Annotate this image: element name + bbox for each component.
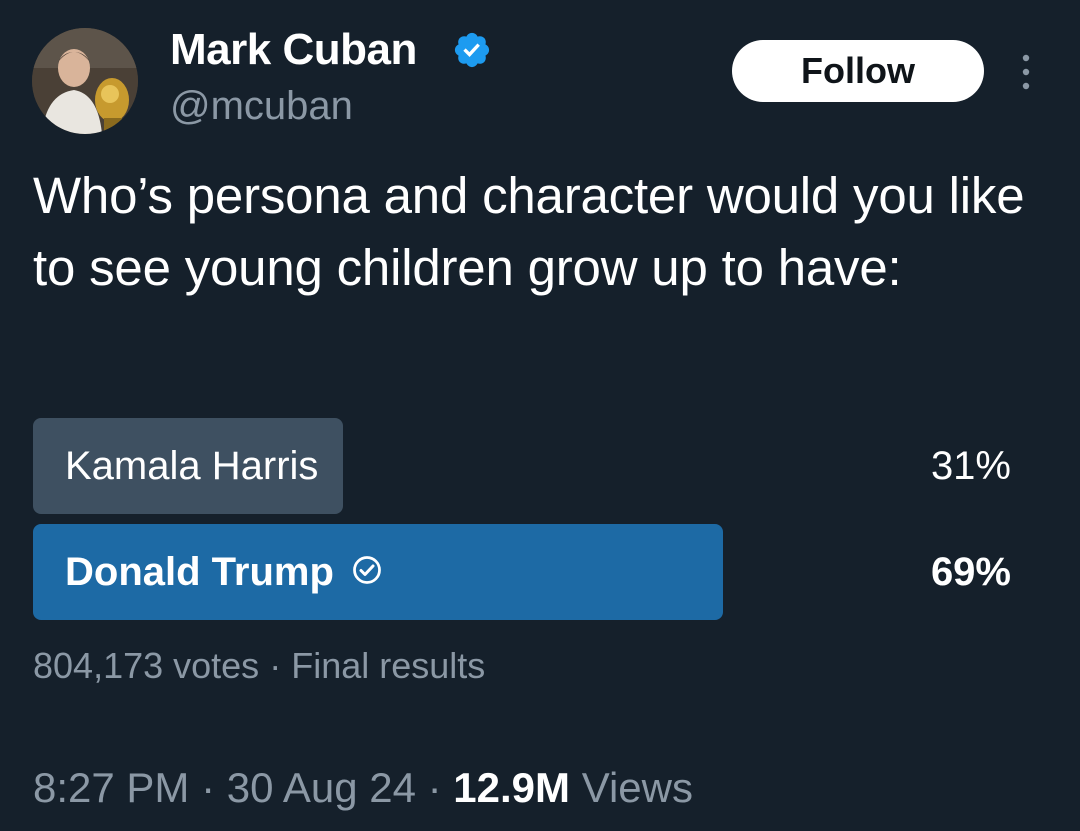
poll-option-donald-trump: Donald Trump 69% <box>33 524 1033 620</box>
poll-option-label: Kamala Harris <box>65 444 319 488</box>
views-label: Views <box>581 764 693 811</box>
poll-vote-count: 804,173 votes <box>33 645 260 686</box>
follow-button[interactable]: Follow <box>732 40 984 102</box>
poll-meta: 804,173 votes · Final results <box>33 642 485 690</box>
poll-option-percent: 31% <box>930 444 1011 488</box>
tweet-text: Who’s persona and character would you li… <box>33 167 1025 296</box>
tweet-timestamp: 8:27 PM · 30 Aug 24 · 12.9M Views <box>33 760 693 816</box>
check-circle-icon <box>353 556 381 585</box>
verified-badge-icon <box>454 32 490 68</box>
poll-option-kamala-harris: Kamala Harris 31% <box>33 418 1033 514</box>
avatar[interactable] <box>32 28 138 134</box>
avatar-photo <box>32 28 138 134</box>
poll-status: Final results <box>291 645 486 686</box>
poll-option-label-text: Donald Trump <box>65 550 334 594</box>
author-handle[interactable]: @mcuban <box>170 82 353 130</box>
tweet-date[interactable]: 30 Aug 24 <box>227 764 416 811</box>
poll-option-label: Donald Trump <box>65 524 382 620</box>
poll-option-percent: 69% <box>930 550 1011 594</box>
more-options-icon[interactable] <box>1014 52 1038 92</box>
tweet-time[interactable]: 8:27 PM <box>33 764 189 811</box>
separator: · <box>269 645 282 686</box>
separator: · <box>427 764 442 811</box>
author-display-name[interactable]: Mark Cuban <box>170 24 417 76</box>
separator: · <box>201 764 216 811</box>
views-count[interactable]: 12.9M <box>453 764 570 811</box>
